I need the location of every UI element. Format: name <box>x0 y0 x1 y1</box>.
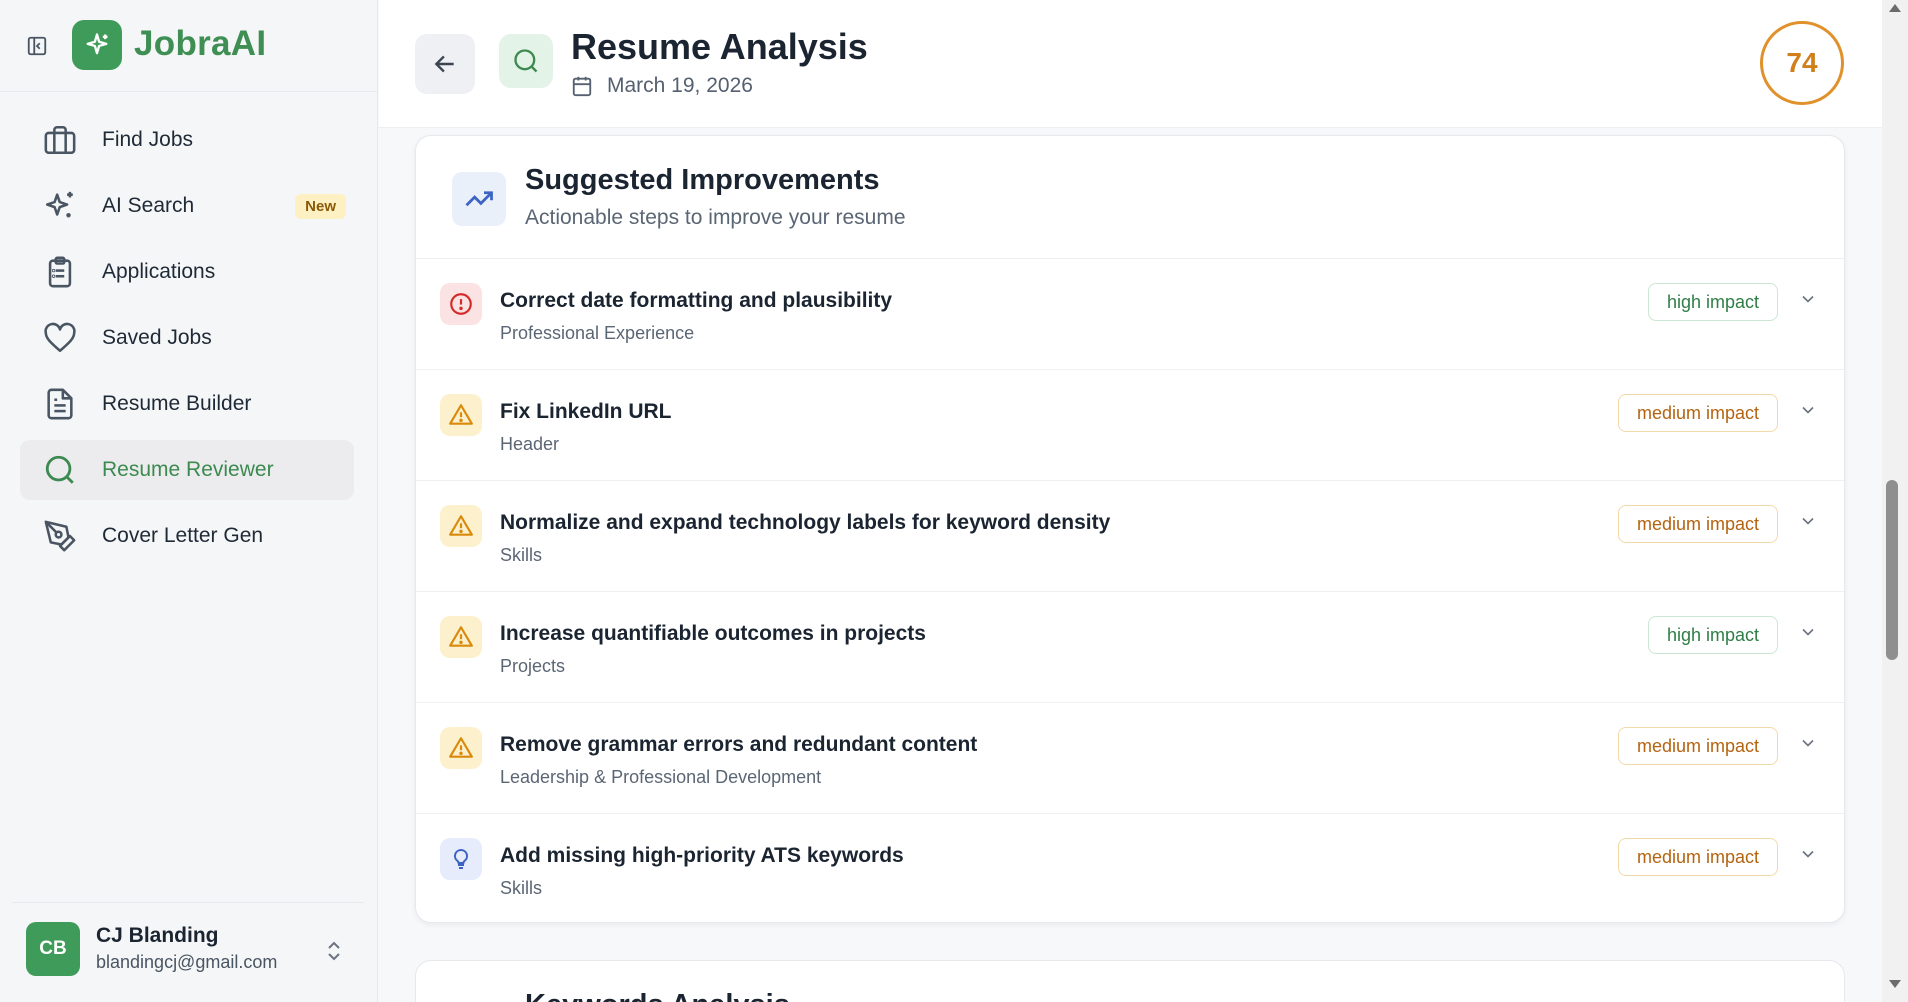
avatar: CB <box>26 921 80 976</box>
card-subtitle: Actionable steps to improve your resume <box>525 206 906 229</box>
user-name: CJ Blanding <box>96 924 219 947</box>
scroll-up-arrow-icon[interactable] <box>1889 4 1901 12</box>
search-icon <box>499 34 553 88</box>
improvement-item[interactable]: Add missing high-priority ATS keywords S… <box>416 814 1844 922</box>
heart-icon <box>42 320 78 356</box>
alert-circle-icon <box>440 283 482 325</box>
user-info: CJ Blanding blandingcj@gmail.com <box>96 924 277 973</box>
lightbulb-icon <box>440 838 482 880</box>
sidebar-item-label: AI Search <box>102 194 195 217</box>
scrollbar-thumb[interactable] <box>1886 480 1898 660</box>
improvement-title: Fix LinkedIn URL <box>500 400 672 423</box>
suggested-improvements-card: Suggested Improvements Actionable steps … <box>415 135 1845 923</box>
improvement-title: Increase quantifiable outcomes in projec… <box>500 622 926 645</box>
sidebar-item-label: Cover Letter Gen <box>102 524 264 547</box>
improvement-section: Projects <box>500 656 566 676</box>
chevron-down-icon[interactable] <box>1798 400 1818 420</box>
improvement-title: Add missing high-priority ATS keywords <box>500 844 904 867</box>
chevron-down-icon[interactable] <box>1798 622 1818 642</box>
chevrons-up-down-icon <box>328 941 340 961</box>
sidebar-item-label: Resume Reviewer <box>102 458 274 481</box>
improvement-section: Header <box>500 434 560 454</box>
page-title: Resume Analysis <box>571 26 868 67</box>
calendar-icon <box>572 76 592 97</box>
improvement-section: Skills <box>500 545 543 565</box>
impact-badge: medium impact <box>1617 838 1778 876</box>
sidebar-item-resume-builder[interactable]: Resume Builder <box>20 374 354 434</box>
impact-badge: medium impact <box>1617 505 1778 543</box>
impact-badge: high impact <box>1647 283 1778 321</box>
search-icon <box>42 452 78 488</box>
improvement-section: Leadership & Professional Development <box>500 767 822 787</box>
user-email: blandingcj@gmail.com <box>96 952 278 972</box>
improvement-title: Normalize and expand technology labels f… <box>500 511 1111 534</box>
improvement-title: Correct date formatting and plausibility <box>500 289 893 312</box>
improvement-item[interactable]: Increase quantifiable outcomes in projec… <box>416 592 1844 703</box>
logo-sparkle-icon <box>72 20 122 70</box>
sidebar-item-label: Resume Builder <box>102 392 252 415</box>
sparkles-icon <box>42 188 78 224</box>
page-header: Resume Analysis March 19, 2026 74 <box>379 0 1882 128</box>
card-header: Suggested Improvements Actionable steps … <box>416 136 1844 259</box>
back-button[interactable] <box>415 34 475 94</box>
sidebar-item-applications[interactable]: Applications <box>20 242 354 302</box>
improvement-section: Skills <box>500 878 543 898</box>
sidebar-item-label: Applications <box>102 260 216 283</box>
chevron-down-icon[interactable] <box>1798 511 1818 531</box>
chevron-down-icon[interactable] <box>1798 289 1818 309</box>
app-name: JobraAI <box>134 24 267 63</box>
sidebar-item-cover-letter-gen[interactable]: Cover Letter Gen <box>20 506 354 566</box>
warning-triangle-icon <box>440 505 482 547</box>
date-text: March 19, 2026 <box>607 74 753 97</box>
improvement-section: Professional Experience <box>500 323 695 343</box>
sidebar-item-label: Find Jobs <box>102 128 194 151</box>
improvement-item[interactable]: Normalize and expand technology labels f… <box>416 481 1844 592</box>
clipboard-icon <box>42 254 78 290</box>
sidebar-item-saved-jobs[interactable]: Saved Jobs <box>20 308 354 368</box>
chevron-down-icon[interactable] <box>1798 733 1818 753</box>
sidebar-nav: Find Jobs AI Search New Applications Sav… <box>20 110 354 572</box>
sidebar: JobraAI Find Jobs AI Search New Applicat… <box>0 0 378 1002</box>
improvement-item[interactable]: Correct date formatting and plausibility… <box>416 259 1844 370</box>
card-title: Keywords Analysis <box>525 989 790 1002</box>
sidebar-item-resume-reviewer[interactable]: Resume Reviewer <box>20 440 354 500</box>
user-menu[interactable]: CB CJ Blanding blandingcj@gmail.com <box>12 902 364 994</box>
score-badge: 74 <box>1760 21 1844 105</box>
sidebar-item-find-jobs[interactable]: Find Jobs <box>20 110 354 170</box>
card-title: Suggested Improvements <box>525 164 880 196</box>
keywords-analysis-card: Keywords Analysis <box>415 960 1845 1002</box>
warning-triangle-icon <box>440 616 482 658</box>
arrow-left-icon <box>434 55 454 73</box>
document-icon <box>42 386 78 422</box>
page-date: March 19, 2026 <box>571 74 753 98</box>
improvement-item[interactable]: Remove grammar errors and redundant cont… <box>416 703 1844 814</box>
impact-badge: high impact <box>1647 616 1778 654</box>
sidebar-header: JobraAI <box>0 0 377 92</box>
warning-triangle-icon <box>440 727 482 769</box>
briefcase-icon <box>42 122 78 158</box>
improvement-item[interactable]: Fix LinkedIn URL Header medium impact <box>416 370 1844 481</box>
page-scrollbar[interactable] <box>1882 0 1908 1002</box>
impact-badge: medium impact <box>1617 394 1778 432</box>
pen-tool-icon <box>42 518 78 554</box>
scroll-down-arrow-icon[interactable] <box>1889 980 1901 988</box>
improvement-title: Remove grammar errors and redundant cont… <box>500 733 978 756</box>
new-badge: New <box>295 194 346 219</box>
sidebar-toggle-icon[interactable] <box>22 31 52 61</box>
impact-badge: medium impact <box>1617 727 1778 765</box>
warning-triangle-icon <box>440 394 482 436</box>
chevron-down-icon[interactable] <box>1798 844 1818 864</box>
sidebar-item-label: Saved Jobs <box>102 326 212 349</box>
sidebar-item-ai-search[interactable]: AI Search New <box>20 176 354 236</box>
trending-up-icon <box>452 172 506 226</box>
